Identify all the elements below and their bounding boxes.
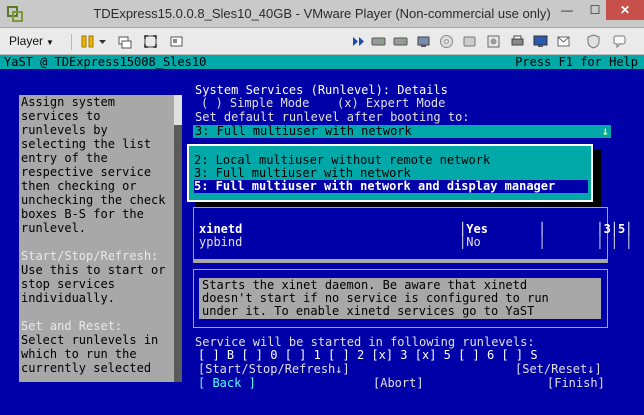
cdrom-icon[interactable] xyxy=(439,34,454,49)
help-line: boxes B-S for the xyxy=(21,207,144,221)
send-ctrl-alt-del-icon[interactable] xyxy=(117,34,132,49)
help-line: currently selected xyxy=(21,361,152,375)
network-icon[interactable] xyxy=(416,34,431,49)
player-toolbar: Player ▼ xyxy=(0,28,644,55)
start-stop-refresh-button[interactable]: [Start/Stop/Refresh↓] xyxy=(198,363,350,376)
chat-bubble-icon[interactable] xyxy=(612,34,627,49)
simple-mode-radio[interactable]: ( ) Simple Mode xyxy=(201,97,309,110)
help-line: selecting the list xyxy=(21,137,152,151)
help-line: then checking or xyxy=(21,179,137,193)
help-line: Select runlevels in xyxy=(21,333,159,347)
toolbar-divider xyxy=(71,34,72,50)
help-scrollbar-thumb[interactable] xyxy=(174,95,182,125)
yast-header: YaST @ TDExpress15008_Sles10 Press F1 fo… xyxy=(0,55,644,69)
window-titlebar: TDExpress15.0.0.8_Sles10_40GB - VMware P… xyxy=(0,0,644,28)
window-title: TDExpress15.0.0.8_Sles10_40GB - VMware P… xyxy=(93,6,551,21)
message-icon[interactable] xyxy=(556,34,571,49)
help-line: respective service xyxy=(21,165,152,179)
help-hint: Press F1 for Help xyxy=(515,55,638,69)
hdd-icon[interactable] xyxy=(371,34,386,49)
display-icon[interactable] xyxy=(533,34,548,49)
help-line: runlevel. xyxy=(21,221,87,235)
help-section-heading: Start/Stop/Refresh: xyxy=(21,249,159,263)
shield-icon[interactable] xyxy=(586,34,601,49)
help-line: entry of the xyxy=(21,151,108,165)
close-button[interactable]: ✕ xyxy=(606,0,644,20)
runlevel-checkboxes[interactable]: [ ] B [ ] 0 [ ] 1 [ ] 2 [x] 3 [x] 5 [ ] … xyxy=(198,349,538,362)
combo-value: 3: Full multiuser with network xyxy=(195,124,412,138)
printer-icon[interactable] xyxy=(510,34,525,49)
expert-mode-radio[interactable]: (x) Expert Mode xyxy=(337,97,445,110)
table-row[interactable]: ypbind │No │ │ │ │ │Star- xyxy=(199,236,644,249)
table-horizontal-scrollbar[interactable] xyxy=(194,259,607,262)
help-line: which to run the xyxy=(21,347,137,361)
help-line: Use this to start or xyxy=(21,263,166,277)
minimize-button[interactable]: — xyxy=(552,0,582,20)
back-button[interactable]: [ Back ] xyxy=(198,377,256,390)
help-panel[interactable]: Assign system services to runlevels by s… xyxy=(19,95,174,382)
vm-guest-screen[interactable]: YaST @ TDExpress15008_Sles10 Press F1 fo… xyxy=(0,55,644,415)
help-line: runlevels by xyxy=(21,123,108,137)
help-section-heading: Set and Reset: xyxy=(21,319,123,333)
help-line: Assign system xyxy=(21,95,115,109)
hdd-icon[interactable] xyxy=(393,34,408,49)
help-line: individually. xyxy=(21,291,115,305)
runlevel-popup-list[interactable]: 2: Local multiuser without remote networ… xyxy=(187,144,593,202)
help-scrollbar[interactable] xyxy=(174,95,182,382)
arrow-down-icon[interactable]: ↓ xyxy=(602,125,609,138)
help-line: services to xyxy=(21,109,101,123)
default-runlevel-label: Set default runlevel after booting to: xyxy=(195,110,470,124)
service-description: Starts the xinet daemon. Be aware that x… xyxy=(199,278,601,319)
runlevel-option-selected[interactable]: 5: Full multiuser with network and displ… xyxy=(194,180,588,193)
pause-icon[interactable] xyxy=(80,34,95,49)
chevron-down-icon: ▼ xyxy=(46,38,54,47)
chevron-down-icon[interactable] xyxy=(98,34,107,49)
player-menu-label: Player xyxy=(9,34,44,48)
help-line: stop services xyxy=(21,277,115,291)
abort-button[interactable]: [Abort] xyxy=(373,377,424,390)
device-forward-icon[interactable] xyxy=(351,34,366,49)
fullscreen-icon[interactable] xyxy=(143,34,158,49)
set-reset-button[interactable]: [Set/Reset↓] xyxy=(515,363,602,376)
unity-icon[interactable] xyxy=(169,34,184,49)
default-runlevel-combo[interactable]: 3: Full multiuser with network ↓ xyxy=(193,125,611,138)
popup-shadow xyxy=(593,150,601,208)
finish-button[interactable]: [Finish] xyxy=(547,377,605,390)
yast-host-title: YaST @ TDExpress15008_Sles10 xyxy=(4,55,207,69)
player-menu-button[interactable]: Player ▼ xyxy=(9,34,54,48)
sound-icon[interactable] xyxy=(486,34,501,49)
description-line: under it. To enable xinetd services go t… xyxy=(202,304,535,318)
help-line: unchecking the check xyxy=(21,193,166,207)
usb-icon[interactable] xyxy=(462,34,477,49)
